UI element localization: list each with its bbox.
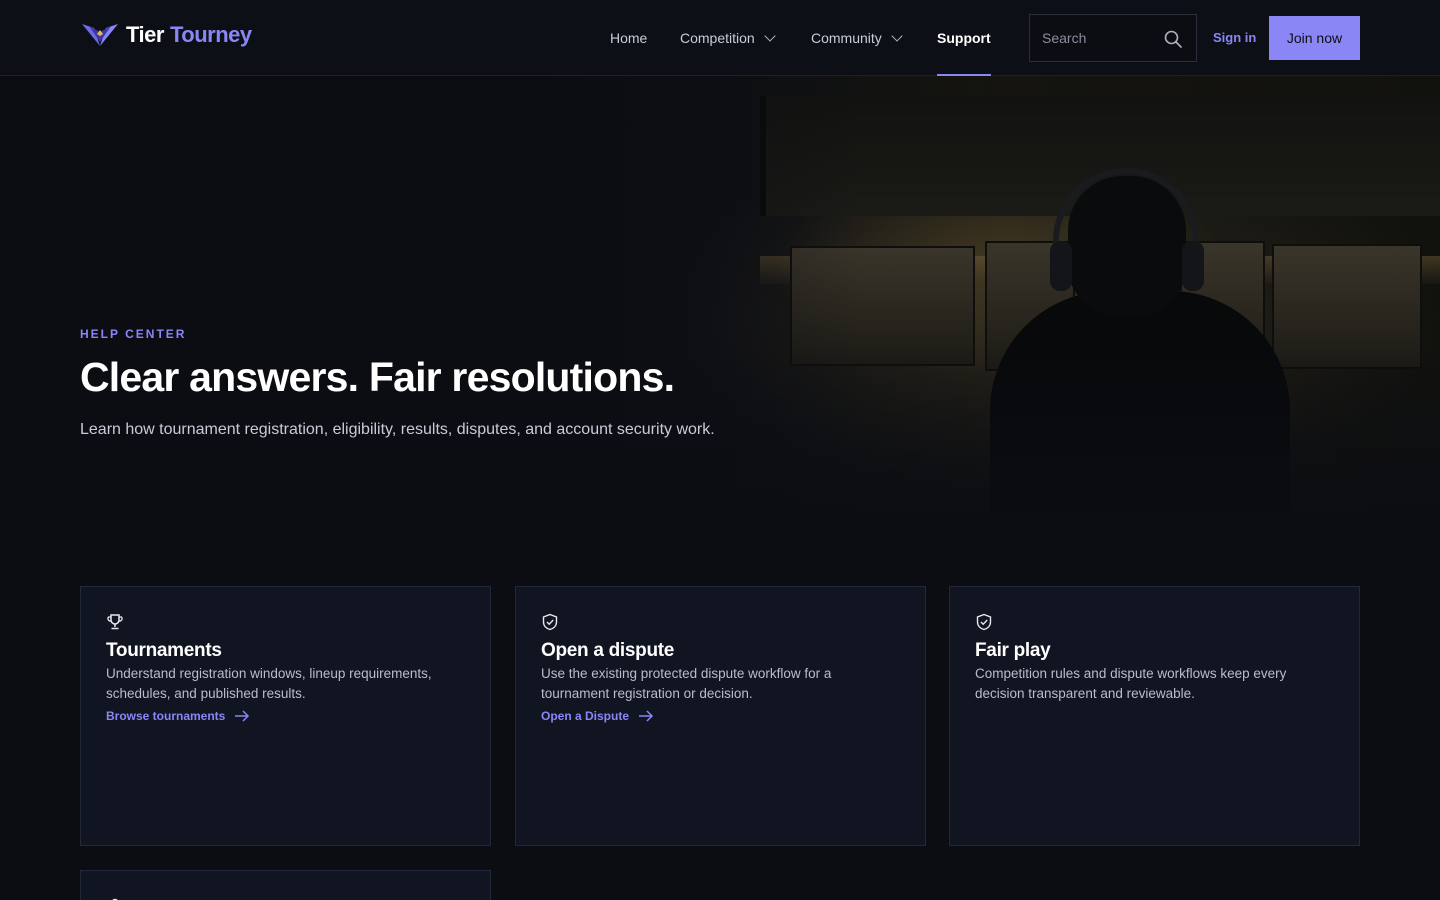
chevron-down-icon bbox=[764, 29, 776, 42]
arrow-right-icon bbox=[235, 710, 250, 722]
nav-support[interactable]: Support bbox=[937, 0, 991, 76]
trophy-icon bbox=[107, 614, 123, 630]
card-tournaments: Tournaments Understand registration wind… bbox=[80, 586, 491, 846]
arrow-right-icon bbox=[639, 710, 654, 722]
browse-tournaments-link[interactable]: Browse tournaments bbox=[106, 709, 250, 723]
logo-icon bbox=[82, 24, 118, 46]
site-header: Tier Tourney Home Competition Community S… bbox=[0, 0, 1440, 76]
brand-name: Tier Tourney bbox=[126, 22, 252, 47]
shield-check-icon bbox=[976, 613, 992, 631]
nav-community[interactable]: Community bbox=[811, 0, 903, 76]
card-partial bbox=[80, 870, 491, 900]
card-description: Understand registration windows, lineup … bbox=[106, 666, 432, 701]
search-input[interactable] bbox=[1030, 30, 1158, 46]
card-description: Use the existing protected dispute workf… bbox=[541, 666, 832, 701]
hero-section bbox=[0, 76, 1440, 526]
card-title: Open a dispute bbox=[541, 640, 675, 661]
card-open-dispute: Open a dispute Use the existing protecte… bbox=[515, 586, 926, 846]
card-title: Fair play bbox=[975, 640, 1051, 661]
chevron-down-icon bbox=[891, 29, 903, 42]
shield-check-icon bbox=[542, 613, 558, 631]
open-dispute-link[interactable]: Open a Dispute bbox=[541, 709, 654, 723]
hero-subtitle: Learn how tournament registration, eligi… bbox=[80, 421, 715, 438]
brand-logo[interactable]: Tier Tourney bbox=[80, 20, 252, 50]
page-title: Clear answers. Fair resolutions. bbox=[80, 354, 675, 400]
nav-competition[interactable]: Competition bbox=[680, 0, 776, 76]
search-icon[interactable] bbox=[1164, 30, 1182, 48]
join-now-button[interactable]: Join now bbox=[1269, 16, 1360, 60]
card-description: Competition rules and dispute workflows … bbox=[975, 666, 1287, 701]
card-fair-play: Fair play Competition rules and dispute … bbox=[949, 586, 1360, 846]
search-box bbox=[1029, 14, 1197, 62]
sign-in-link[interactable]: Sign in bbox=[1213, 30, 1256, 45]
nav-home[interactable]: Home bbox=[610, 0, 647, 76]
hero-eyebrow: HELP CENTER bbox=[80, 327, 187, 341]
card-title: Tournaments bbox=[106, 640, 222, 661]
hero-overlay bbox=[0, 76, 1440, 526]
